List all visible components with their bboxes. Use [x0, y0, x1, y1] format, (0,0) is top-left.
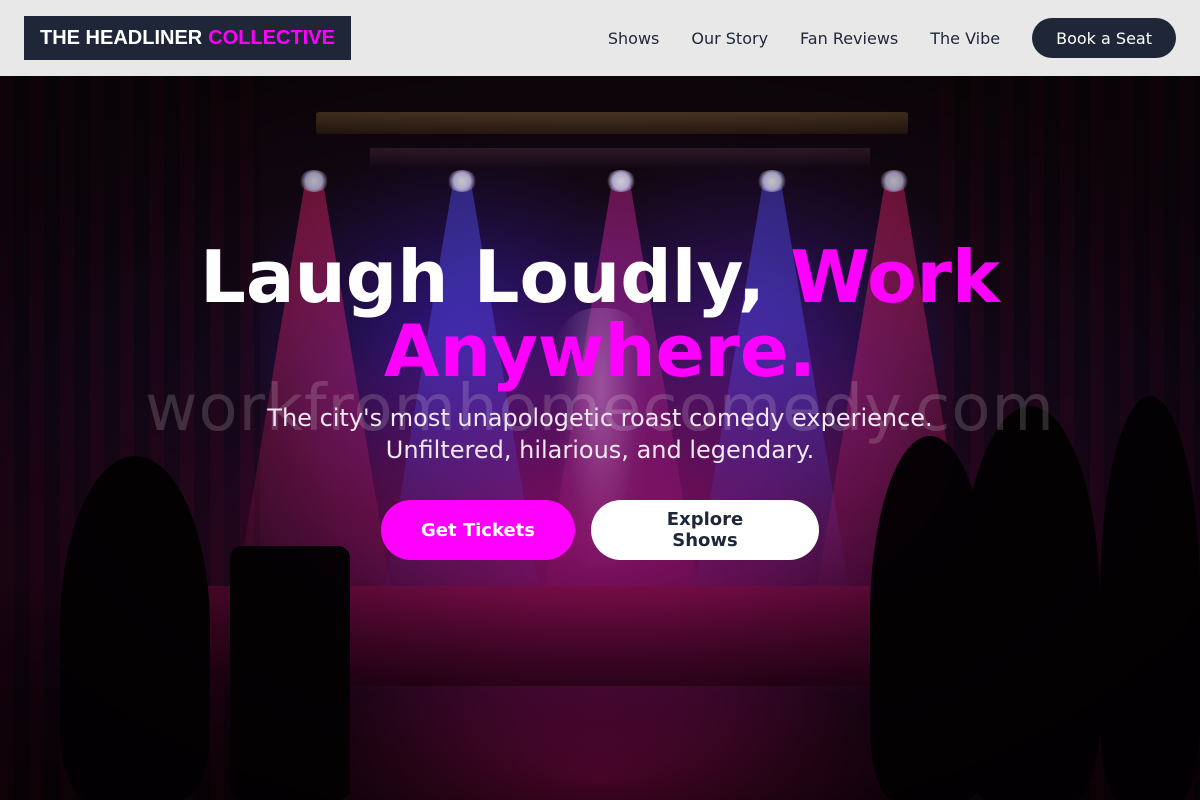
get-tickets-button[interactable]: Get Tickets: [381, 500, 575, 560]
nav-link-our-story[interactable]: Our Story: [691, 29, 768, 48]
explore-shows-button[interactable]: Explore Shows: [591, 500, 819, 560]
logo-accent-text: COLLECTIVE: [208, 26, 335, 49]
logo-main-text: THE HEADLINER: [40, 26, 203, 49]
hero-subtitle: The city's most unapologetic roast comed…: [0, 402, 1200, 466]
nav-link-shows[interactable]: Shows: [608, 29, 660, 48]
subtitle-line-1: The city's most unapologetic roast comed…: [267, 404, 933, 432]
top-navigation: THE HEADLINER COLLECTIVE Shows Our Story…: [0, 0, 1200, 76]
hero-content: Laugh Loudly, Work Anywhere. The city's …: [0, 240, 1200, 560]
subtitle-line-2: Unfiltered, hilarious, and legendary.: [385, 436, 815, 464]
hero-headline: Laugh Loudly, Work Anywhere.: [0, 240, 1200, 388]
nav-link-the-vibe[interactable]: The Vibe: [930, 29, 1000, 48]
nav-link-fan-reviews[interactable]: Fan Reviews: [800, 29, 898, 48]
site-logo[interactable]: THE HEADLINER COLLECTIVE: [24, 16, 351, 60]
book-a-seat-button[interactable]: Book a Seat: [1032, 18, 1176, 58]
hero-cta-row: Get Tickets Explore Shows: [0, 500, 1200, 560]
hero-section: workfromhomecomedy.com Laugh Loudly, Wor…: [0, 76, 1200, 800]
nav-links: Shows Our Story Fan Reviews The Vibe: [608, 29, 1000, 48]
headline-main: Laugh Loudly,: [200, 235, 766, 319]
